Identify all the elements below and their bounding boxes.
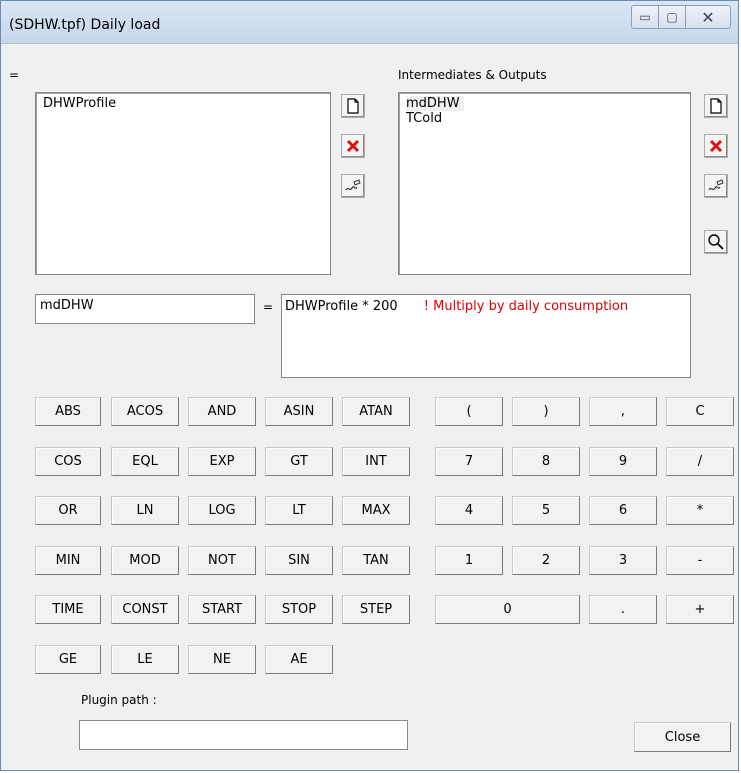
fn-cos-button[interactable]: COS [35,447,101,476]
fn-tan-button[interactable]: TAN [342,546,410,575]
document-icon [710,98,722,114]
variable-name-input[interactable]: mdDHW [35,294,255,324]
close-window-button[interactable]: ✕ [686,5,731,29]
minimize-icon: ▭ [639,10,651,24]
fn-log-button[interactable]: LOG [188,496,256,525]
delete-input-button[interactable] [341,134,365,158]
new-input-button[interactable] [341,94,365,118]
title-bar: (SDHW.tpf) Daily load ▭ ▢ ✕ [1,1,738,44]
close-button[interactable]: Close [634,722,731,752]
red-x-icon [346,139,360,153]
inputs-label: = [9,68,20,82]
key-divide-button[interactable]: / [666,447,734,476]
fn-asin-button[interactable]: ASIN [265,397,333,426]
list-item[interactable]: mdDHW [406,96,464,111]
edit-input-button[interactable] [341,174,365,198]
fn-le-button[interactable]: LE [111,645,179,674]
fn-ge-button[interactable]: GE [35,645,101,674]
edit-pen-icon [708,179,724,191]
key-8-button[interactable]: 8 [512,447,580,476]
fn-exp-button[interactable]: EXP [188,447,256,476]
fn-or-button[interactable]: OR [35,496,101,525]
key-0-button[interactable]: 0 [435,595,580,624]
maximize-icon: ▢ [666,10,678,24]
fn-stop-button[interactable]: STOP [265,595,333,624]
inputs-list[interactable]: DHWProfile [35,92,331,275]
close-icon: ✕ [701,7,715,27]
dialog-window: (SDHW.tpf) Daily load ▭ ▢ ✕ = DHWProfile… [0,0,739,771]
list-item[interactable]: DHWProfile [36,96,330,111]
fn-step-button[interactable]: STEP [342,595,410,624]
outputs-list[interactable]: mdDHW TCold [398,92,691,275]
fn-const-button[interactable]: CONST [111,595,179,624]
fn-ae-button[interactable]: AE [265,645,333,674]
edit-output-button[interactable] [704,174,728,198]
key-open-paren-button[interactable]: ( [435,397,503,426]
key-1-button[interactable]: 1 [435,546,503,575]
equals-sign: = [263,300,274,314]
fn-ne-button[interactable]: NE [188,645,256,674]
formula-text: DHWProfile * 200 [285,299,398,314]
red-x-icon [709,139,723,153]
outputs-label: Intermediates & Outputs [398,68,547,82]
fn-atan-button[interactable]: ATAN [342,397,410,426]
fn-sin-button[interactable]: SIN [265,546,333,575]
fn-eql-button[interactable]: EQL [111,447,179,476]
formula-comment: ! Multiply by daily consumption [423,299,629,314]
fn-mod-button[interactable]: MOD [111,546,179,575]
key-clear-button[interactable]: C [666,397,734,426]
key-3-button[interactable]: 3 [589,546,657,575]
delete-output-button[interactable] [704,134,728,158]
search-output-button[interactable] [704,230,728,254]
key-5-button[interactable]: 5 [512,496,580,525]
key-multiply-button[interactable]: * [666,496,734,525]
edit-pen-icon [345,179,361,191]
plugin-path-label: Plugin path : [81,693,157,707]
magnifier-icon [708,234,724,250]
fn-start-button[interactable]: START [188,595,256,624]
list-item[interactable]: TCold [399,111,690,126]
key-plus-button[interactable]: + [666,595,734,624]
fn-and-button[interactable]: AND [188,397,256,426]
key-close-paren-button[interactable]: ) [512,397,580,426]
key-2-button[interactable]: 2 [512,546,580,575]
new-output-button[interactable] [704,94,728,118]
plugin-path-input[interactable] [79,720,408,750]
document-icon [347,98,359,114]
key-decimal-button[interactable]: . [589,595,657,624]
formula-editor[interactable]: DHWProfile * 200 ! Multiply by daily con… [281,294,691,378]
fn-ln-button[interactable]: LN [111,496,179,525]
key-comma-button[interactable]: , [589,397,657,426]
minimize-button[interactable]: ▭ [631,5,659,29]
key-7-button[interactable]: 7 [435,447,503,476]
fn-max-button[interactable]: MAX [342,496,410,525]
key-4-button[interactable]: 4 [435,496,503,525]
window-title: (SDHW.tpf) Daily load [9,17,161,33]
key-6-button[interactable]: 6 [589,496,657,525]
fn-min-button[interactable]: MIN [35,546,101,575]
fn-int-button[interactable]: INT [342,447,410,476]
key-minus-button[interactable]: - [666,546,734,575]
fn-abs-button[interactable]: ABS [35,397,101,426]
key-9-button[interactable]: 9 [589,447,657,476]
fn-not-button[interactable]: NOT [188,546,256,575]
fn-lt-button[interactable]: LT [265,496,333,525]
fn-acos-button[interactable]: ACOS [111,397,179,426]
fn-gt-button[interactable]: GT [265,447,333,476]
fn-time-button[interactable]: TIME [35,595,101,624]
maximize-button[interactable]: ▢ [659,5,686,29]
